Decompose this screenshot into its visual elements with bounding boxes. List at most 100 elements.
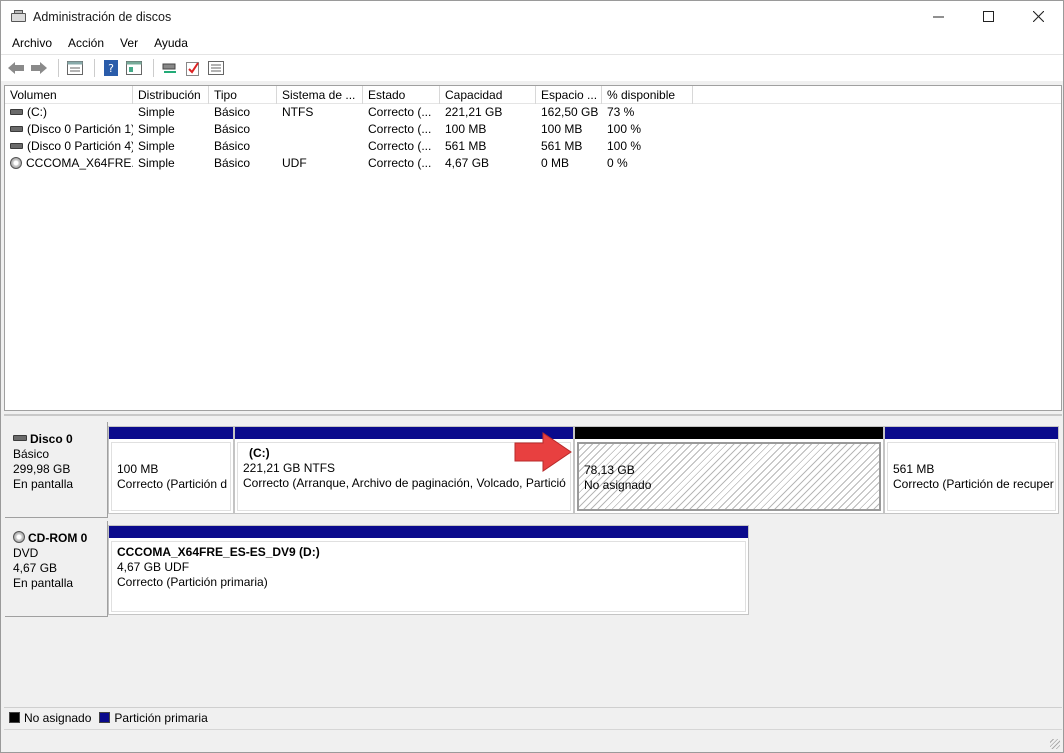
maximize-button[interactable] (963, 1, 1013, 32)
back-button[interactable] (6, 58, 26, 78)
toolbar: ? (1, 54, 1063, 81)
partition-status: Correcto (Arranque, Archivo de paginació… (243, 476, 566, 490)
settings-list-button[interactable] (206, 58, 226, 78)
back-icon (8, 62, 24, 74)
properties-button[interactable] (124, 58, 144, 78)
red-arrow-icon (514, 432, 572, 472)
close-button[interactable] (1013, 1, 1063, 32)
list-view-icon (67, 61, 83, 75)
status-bar (4, 729, 1062, 751)
toolbar-separator (153, 59, 154, 77)
menu-bar: Archivo Acción Ver Ayuda (1, 32, 1063, 54)
column-header-sistema-archivos[interactable]: Sistema de ... (277, 86, 363, 104)
cdrom-0-type: DVD (13, 546, 39, 560)
volume-capacity: 221,21 GB (445, 105, 503, 119)
table-row[interactable]: (Disco 0 Partición 4) Simple Básico Corr… (5, 138, 1061, 155)
cdrom-0-size: 4,67 GB (13, 561, 58, 575)
partition-status: Correcto (Partición primaria) (117, 575, 268, 589)
legend-unallocated: No asignado (24, 710, 92, 725)
disk-0-label[interactable]: Disco 0 Básico 299,98 GB En pantalla (5, 422, 108, 518)
volume-name: (Disco 0 Partición 1) (27, 122, 133, 136)
volume-status: Correcto (... (368, 105, 432, 119)
volume-capacity: 100 MB (445, 122, 487, 136)
hard-disk-icon (10, 108, 23, 115)
volume-status: Correcto (... (368, 139, 432, 153)
disk-management-app-icon (11, 9, 27, 24)
menu-accion[interactable]: Acción (60, 32, 112, 54)
primary-partition-bar (109, 427, 233, 439)
column-header-porcentaje-disponible[interactable]: % disponible (602, 86, 693, 104)
volume-free-percent: 73 % (607, 105, 635, 119)
help-button[interactable]: ? (101, 58, 121, 78)
partition-status: No asignado (584, 478, 652, 492)
menu-ver[interactable]: Ver (112, 32, 146, 54)
column-header-estado[interactable]: Estado (363, 86, 440, 104)
menu-archivo[interactable]: Archivo (4, 32, 60, 54)
cdrom-0-label[interactable]: CD-ROM 0 DVD 4,67 GB En pantalla (5, 521, 108, 617)
volume-layout: Simple (138, 122, 175, 136)
primary-partition-bar (109, 526, 748, 538)
volume-free-space: 100 MB (541, 122, 583, 136)
check-button[interactable] (183, 58, 203, 78)
volume-status: Correcto (... (368, 156, 432, 170)
table-row[interactable]: (Disco 0 Partición 1) Simple Básico Corr… (5, 121, 1061, 138)
cd-drive-icon (10, 156, 22, 169)
volume-filesystem: NTFS (282, 105, 314, 119)
partition-size: 561 MB (893, 462, 935, 476)
disk-0-size: 299,98 GB (13, 462, 71, 476)
column-header-capacidad[interactable]: Capacidad (440, 86, 536, 104)
minimize-button[interactable] (913, 1, 963, 32)
properties-icon (126, 61, 142, 75)
hard-disk-icon (10, 142, 23, 149)
hard-disk-icon (13, 435, 27, 442)
primary-swatch (99, 712, 111, 723)
volume-status: Correcto (... (368, 122, 432, 136)
resize-grip-icon[interactable] (1050, 739, 1060, 749)
table-row[interactable]: (C:) Simple Básico NTFS Correcto (... 22… (5, 104, 1061, 121)
partition-status: Correcto (Partición d (117, 477, 228, 491)
minimize-icon (932, 16, 944, 18)
volume-type: Básico (214, 105, 251, 119)
partition-disk0-part1[interactable]: 100 MB Correcto (Partición d (108, 426, 234, 514)
toolbar-separator (58, 59, 59, 77)
primary-partition-bar (885, 427, 1058, 439)
partition-size: 100 MB (117, 462, 159, 476)
volume-free-space: 162,50 GB (541, 105, 599, 119)
partition-cdrom[interactable]: CCCOMA_X64FRE_ES-ES_DV9 (D:) 4,67 GB UDF… (108, 525, 749, 615)
column-header-distribucion[interactable]: Distribución (133, 86, 209, 104)
volume-name: CCCOMA_X64FRE... (26, 156, 133, 170)
volume-free-percent: 0 % (607, 156, 628, 170)
volume-type: Básico (214, 139, 251, 153)
cdrom-0-title: CD-ROM 0 (28, 531, 88, 545)
partition-status: Correcto (Partición de recuper (893, 477, 1054, 491)
disk-management-window: Administración de discos Archivo Acción … (0, 0, 1064, 753)
volume-layout: Simple (138, 156, 175, 170)
forward-icon (31, 62, 47, 74)
volume-type: Básico (214, 156, 251, 170)
column-header-espacio[interactable]: Espacio ... (536, 86, 602, 104)
volume-free-percent: 100 % (607, 139, 642, 153)
volume-filesystem: UDF (282, 156, 307, 170)
column-header-volumen[interactable]: Volumen (5, 86, 133, 104)
unallocated-bar (575, 427, 883, 439)
partition-unallocated[interactable]: 78,13 GB No asignado (574, 426, 884, 514)
volume-free-percent: 100 % (607, 122, 642, 136)
volume-filesystem (277, 121, 363, 138)
connect-button[interactable] (160, 58, 180, 78)
toolbar-separator (94, 59, 95, 77)
list-view-button[interactable] (65, 58, 85, 78)
forward-button[interactable] (29, 58, 49, 78)
legend: No asignado Partición primaria (4, 707, 1062, 727)
connect-icon (162, 63, 176, 73)
menu-ayuda[interactable]: Ayuda (146, 32, 196, 54)
legend-primary: Partición primaria (114, 710, 208, 725)
volume-capacity: 561 MB (445, 139, 487, 153)
table-row[interactable]: CCCOMA_X64FRE... Simple Básico UDF Corre… (5, 155, 1061, 172)
partition-recovery[interactable]: 561 MB Correcto (Partición de recuper (884, 426, 1059, 514)
disk-0-title: Disco 0 (30, 432, 73, 446)
column-header-tipo[interactable]: Tipo (209, 86, 277, 104)
cdrom-0-status: En pantalla (13, 576, 74, 590)
title-bar: Administración de discos (1, 1, 1063, 32)
disk-0-type: Básico (13, 447, 50, 461)
close-icon (1032, 11, 1044, 22)
